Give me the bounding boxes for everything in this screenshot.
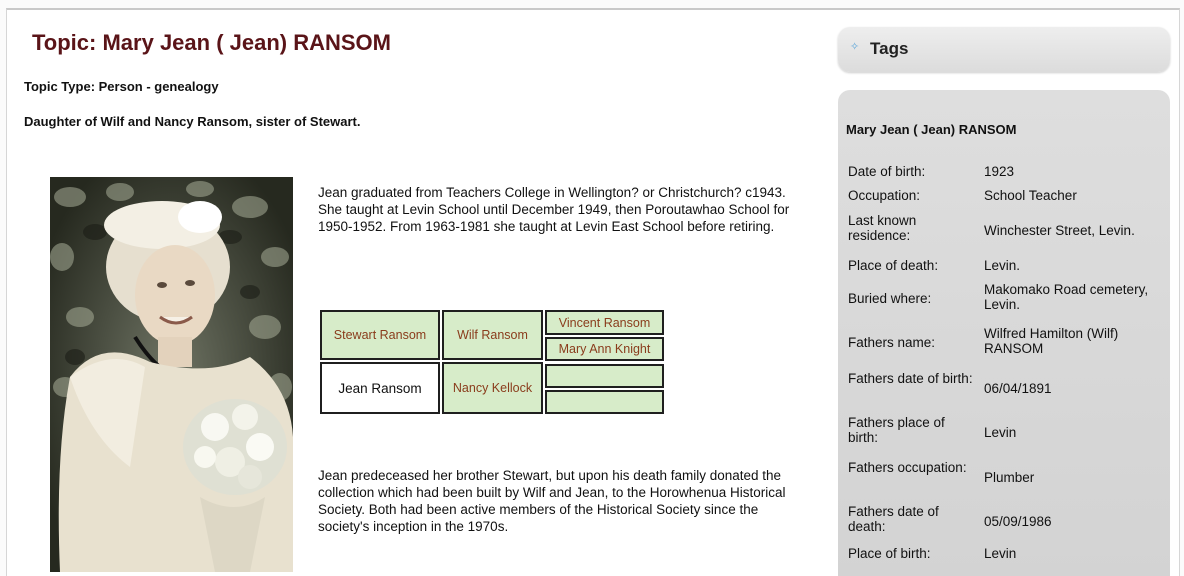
tree-sibling-label: Stewart Ransom <box>333 328 427 342</box>
info-value: 1923 <box>984 164 1015 179</box>
info-label: Buried where: <box>848 291 932 306</box>
info-value: Winchester Street, Levin. <box>984 223 1135 238</box>
tags-header[interactable]: ✧ Tags <box>838 27 1170 72</box>
tree-mother-box[interactable]: Nancy Kellock <box>442 362 543 414</box>
info-value: 06/04/1891 <box>984 381 1052 396</box>
info-label: Place of death: <box>848 258 939 273</box>
info-label: Last known residence: <box>848 213 917 243</box>
info-value: Makomako Road cemetery, Levin. <box>984 282 1149 312</box>
tree-maternal-grandfather-box[interactable] <box>545 364 664 388</box>
info-value: 05/09/1986 <box>984 514 1052 529</box>
tree-paternal-grandmother-box[interactable]: Mary Ann Knight <box>545 337 664 361</box>
tree-paternal-grandfather-box[interactable]: Vincent Ransom <box>545 310 664 335</box>
info-value: Wilfred Hamilton (Wilf) RANSOM <box>984 326 1119 356</box>
tree-mother-label: Nancy Kellock <box>452 381 533 395</box>
info-label: Fathers name: <box>848 335 936 350</box>
tags-label: Tags <box>870 39 909 58</box>
info-label: Date of birth: <box>848 164 926 179</box>
tree-paternal-grandfather-label: Vincent Ransom <box>558 315 651 330</box>
topic-description: Daughter of Wilf and Nancy Ransom, siste… <box>24 114 361 129</box>
tree-father-label: Wilf Ransom <box>457 328 528 342</box>
tree-self-box[interactable]: Jean Ransom <box>320 362 440 414</box>
biography-paragraph-2: Jean predeceased her brother Stewart, bu… <box>318 468 786 534</box>
info-value: Levin. <box>984 258 1021 273</box>
tag-icon: ✧ <box>850 41 860 53</box>
info-panel: Mary Jean ( Jean) RANSOM Date of birth: … <box>838 90 1170 576</box>
biography-paragraph-1: Jean graduated from Teachers College in … <box>318 185 790 234</box>
info-panel-title: Mary Jean ( Jean) RANSOM <box>846 122 1017 137</box>
info-value: School Teacher <box>984 188 1077 203</box>
info-value: Levin <box>984 425 1017 440</box>
info-label: Occupation: <box>848 188 921 203</box>
tree-paternal-grandmother-label: Mary Ann Knight <box>558 342 651 356</box>
info-label: Fathers date of birth: <box>848 371 973 386</box>
info-value: Plumber <box>984 470 1035 485</box>
portrait-photo[interactable] <box>50 177 293 572</box>
topic-type: Topic Type: Person - genealogy <box>24 79 219 94</box>
info-value: Levin <box>984 546 1017 561</box>
page-title: Topic: Mary Jean ( Jean) RANSOM <box>32 30 391 55</box>
tree-father-box[interactable]: Wilf Ransom <box>442 310 543 360</box>
info-label: Place of birth: <box>848 546 931 561</box>
tree-self-label: Jean Ransom <box>338 380 422 396</box>
portrait-image <box>50 177 293 572</box>
info-label: Fathers date of death: <box>848 504 939 534</box>
info-label: Fathers occupation: <box>848 460 967 475</box>
info-label: Fathers place of birth: <box>848 415 945 445</box>
tree-maternal-grandmother-box[interactable] <box>545 390 664 414</box>
tree-sibling-box[interactable]: Stewart Ransom <box>320 310 440 360</box>
